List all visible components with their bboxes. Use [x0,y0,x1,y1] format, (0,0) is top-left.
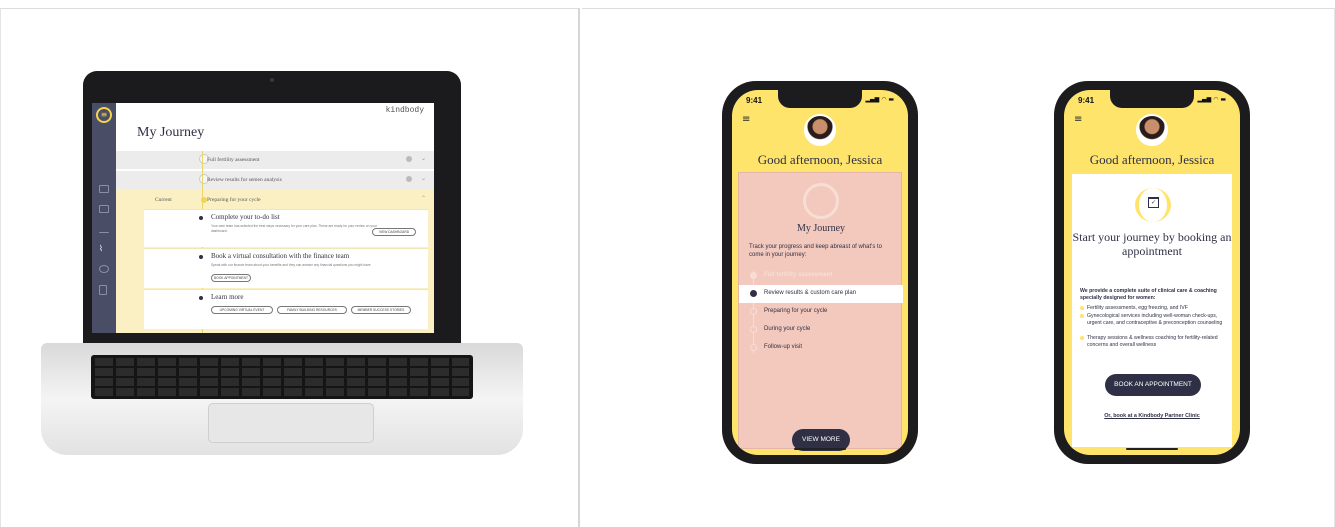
laptop-lid: ≡ ⌇ kindbody My Journey Full fertility a… [83,71,461,346]
notch [778,90,862,108]
row-label: Preparing for your cycle [207,197,261,203]
task-desc: Speak with our finance team about your b… [211,263,372,267]
journey-row-current[interactable]: Current Preparing for your cycle ⌃ [116,191,434,209]
chevron-up-icon[interactable]: ⌃ [421,195,426,202]
step-label: Full fertility assessment [764,272,833,278]
journey-row-assessment[interactable]: Full fertility assessment ⌄ [116,151,434,169]
row-label: Review results for semen analysis [207,177,282,183]
hamburger-menu-icon[interactable]: ≡ [1074,114,1082,125]
trackpad [208,403,374,443]
success-stories-button[interactable]: MEMBER SUCCESS STORIES [351,306,411,314]
chart-icon[interactable] [99,225,109,233]
journey-icon[interactable]: ⌇ [99,245,109,253]
keyboard [91,355,473,399]
task-card-learn: Learn more UPCOMING VIRTUAL EVENT FAMILY… [144,289,428,329]
task-title: Complete your to-do list [211,213,280,221]
step-during[interactable]: During your cycle [739,321,903,339]
phone-booking: 9:41 ▂▄▆ ◠ ▬ ≡ Good afternoon, Jessica ✓… [1054,81,1250,464]
journey-title: My Journey [796,223,846,234]
journey-icon [803,183,839,219]
step-label: Review results & custom care plan [764,290,857,296]
booking-card: ✓ Start your journey by booking an appoi… [1070,172,1234,449]
row-label: Full fertility assessment [207,157,260,163]
step-followup[interactable]: Follow-up visit [739,339,903,357]
family-resources-button[interactable]: FAMILY BUILDING RESOURCES [277,306,347,314]
step-dot [750,326,757,333]
step-label: Follow-up visit [764,344,803,350]
view-dashboard-button[interactable]: VIEW DASHBOARD [372,228,416,236]
service-item: Therapy sessions & wellness coaching for… [1080,335,1232,348]
phone-journey: 9:41 ▂▄▆ ◠ ▬ ≡ Good afternoon, Jessica M… [722,81,918,464]
camera [270,78,274,82]
logo-icon[interactable]: ≡ [96,107,112,123]
book-appointment-button[interactable]: BOOK AN APPOINTMENT [1105,374,1201,396]
showcase: ≡ ⌇ kindbody My Journey Full fertility a… [0,0,1335,527]
book-appointment-button[interactable]: BOOK APPOINTMENT [211,274,251,282]
task-title: Book a virtual consultation with the fin… [211,252,350,260]
calendar-check-icon: ✓ [1148,197,1159,208]
journey-row-review[interactable]: Review results for semen analysis ⌄ [116,171,434,189]
task-title: Learn more [211,293,244,301]
key-row [95,388,469,396]
calendar-icon: ✓ [1135,188,1171,222]
signal-wifi-battery-icon: ▂▄▆ ◠ ▬ [1197,96,1226,103]
phones-panel: 9:41 ▂▄▆ ◠ ▬ ≡ Good afternoon, Jessica M… [582,8,1335,527]
laptop-screen: ≡ ⌇ kindbody My Journey Full fertility a… [92,103,434,333]
chevron-down-icon[interactable]: ⌄ [421,155,426,162]
status-icon [406,176,412,182]
virtual-event-button[interactable]: UPCOMING VIRTUAL EVENT [211,306,273,314]
hamburger-menu-icon[interactable]: ≡ [742,114,750,125]
step-label: During your cycle [764,326,811,332]
step-review[interactable]: Review results & custom care plan [739,285,903,303]
booking-intro: We provide a complete suite of clinical … [1080,288,1217,301]
step-label: Preparing for your cycle [764,308,828,314]
avatar[interactable] [1136,114,1168,146]
task-desc: Your care team has selected the best ste… [211,224,377,233]
service-item: Fertility assessments, egg freezing, and… [1080,305,1232,312]
step-dot [750,344,757,351]
step-dot [750,308,757,315]
phone-screen: 9:41 ▂▄▆ ◠ ▬ ≡ Good afternoon, Jessica ✓… [1064,90,1240,455]
key-row [95,368,469,376]
booking-title: Start your journey by booking an appoint… [1072,230,1232,258]
status-time: 9:41 [746,96,763,105]
dashboard-icon[interactable] [99,185,109,193]
key-row [95,378,469,386]
service-item: Gynecological services including well-wo… [1080,313,1232,326]
home-indicator [1126,448,1178,450]
phone-screen: 9:41 ▂▄▆ ◠ ▬ ≡ Good afternoon, Jessica M… [732,90,908,455]
brand-wordmark: kindbody [385,106,424,115]
document-icon[interactable] [99,285,107,295]
sidebar: ≡ ⌇ [92,103,116,333]
status-time: 9:41 [1078,96,1095,105]
partner-clinic-link[interactable]: Or, book at a Kindbody Partner Clinic [1072,413,1232,419]
laptop-base [41,343,523,455]
calendar-icon[interactable] [99,205,109,213]
chat-icon[interactable] [99,265,109,273]
journey-description: Track your progress and keep abreast of … [749,244,882,258]
bullet-dot [199,255,203,259]
current-tag: Current [155,197,172,203]
journey-card: My Journey Track your progress and keep … [738,172,903,451]
laptop-panel: ≡ ⌇ kindbody My Journey Full fertility a… [0,8,580,527]
step-assessment[interactable]: Full fertility assessment [739,267,903,285]
key-row [95,358,469,366]
bullet-dot [199,216,203,220]
step-dot [750,290,757,297]
notch [1110,90,1194,108]
home-indicator [794,448,846,450]
chevron-down-icon[interactable]: ⌄ [421,175,426,182]
check-icon [750,272,757,279]
greeting: Good afternoon, Jessica [757,152,883,167]
step-preparing[interactable]: Preparing for your cycle [739,303,903,321]
page-title: My Journey [137,125,205,140]
task-card-todo: Complete your to-do list Your care team … [144,209,428,247]
greeting: Good afternoon, Jessica [1089,152,1215,167]
signal-wifi-battery-icon: ▂▄▆ ◠ ▬ [865,96,894,103]
task-card-finance: Book a virtual consultation with the fin… [144,248,428,288]
status-icon [406,156,412,162]
bullet-dot [199,296,203,300]
avatar[interactable] [804,114,836,146]
